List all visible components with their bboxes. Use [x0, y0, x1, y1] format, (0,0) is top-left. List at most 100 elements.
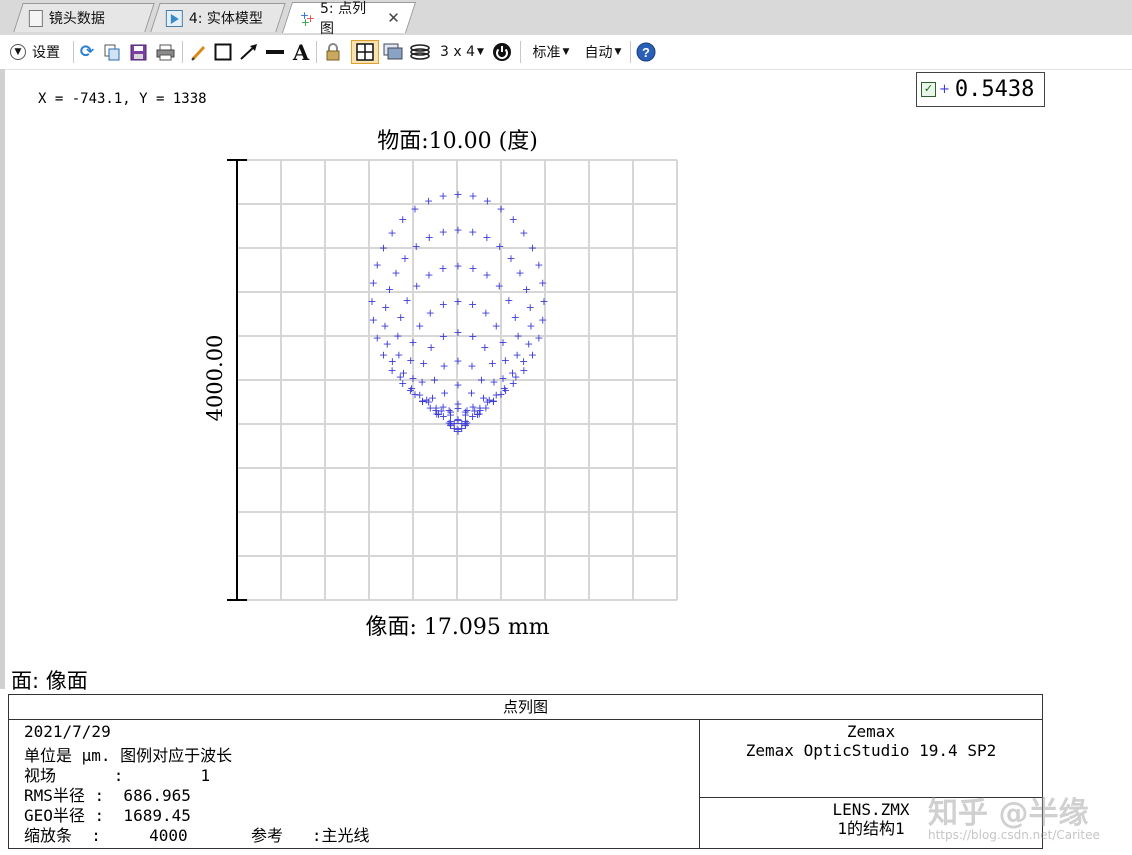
spot-point: + [381, 301, 390, 314]
spot-point: + [480, 341, 489, 354]
spot-point: + [424, 269, 433, 282]
save-icon[interactable] [128, 40, 148, 64]
spot-point: + [522, 283, 531, 296]
spot-point: + [379, 349, 388, 362]
spot-diagram-icon: + + + [299, 8, 316, 29]
close-icon[interactable]: ✕ [387, 9, 400, 27]
chevron-down-icon: ▼ [562, 47, 570, 57]
document-icon [28, 9, 43, 27]
spot-point: + [488, 357, 497, 370]
spot-point: + [534, 258, 543, 271]
cursor-coordinates: X = -743.1, Y = 1338 [38, 91, 207, 107]
spot-point: + [534, 332, 543, 345]
toolbar-divider [73, 41, 74, 63]
watermark: 知乎 @半缘 [928, 796, 1089, 831]
tab-label: 5: 点列图 [320, 1, 367, 37]
spot-point: + [498, 336, 507, 349]
legend-wavelength-value: 0.5438 [954, 77, 1035, 102]
spot-point: + [410, 202, 419, 215]
spot-point: + [498, 372, 507, 385]
refresh-icon[interactable]: ⟳ [77, 40, 97, 64]
spot-point: + [396, 311, 405, 324]
settings-button[interactable]: ▼ 设置 [10, 40, 72, 64]
spot-point: + [483, 194, 492, 207]
product-name: Zemax OpticStudio 19.4 SP2 [745, 741, 997, 760]
pencil-icon[interactable] [188, 40, 208, 64]
svg-text:?: ? [642, 45, 650, 60]
grid-toggle-icon[interactable] [351, 40, 379, 64]
tab-label: 4: 实体模型 [188, 11, 263, 27]
spot-point: + [453, 326, 462, 339]
spot-point: + [526, 319, 535, 332]
lock-icon[interactable] [322, 40, 344, 64]
spot-diagram-plot: + + +++++++++++++++++++++++++++++++++ ++ + ++… [227, 159, 678, 601]
auto-dropdown[interactable]: 自动 ▼ [580, 40, 626, 64]
spot-point: + [453, 295, 462, 308]
spot-point: + [515, 267, 524, 280]
spot-point: + [444, 404, 453, 417]
power-icon[interactable] [490, 40, 514, 64]
tab-spot-diagram[interactable]: + + + 5: 点列图 ✕ [281, 1, 417, 37]
spot-point: + [468, 190, 477, 203]
spot-point: + [538, 277, 547, 290]
toolbar-divider [316, 41, 317, 63]
spot-point: + [511, 311, 520, 324]
layers-icon[interactable] [408, 40, 432, 64]
spot-point: + [391, 267, 400, 280]
spot-point: + [495, 240, 504, 253]
info-title: 点列图 [9, 695, 1042, 720]
spot-point: + [453, 224, 462, 237]
toolbar: ▼ 设置 ⟳ A 3 x 4 ▼ 标准 ▼ 自动 ▼ ? [0, 35, 1132, 70]
spot-point: + [495, 280, 504, 293]
spot-point: + [425, 231, 434, 244]
spot-point: + [482, 231, 491, 244]
rectangle-tool-icon[interactable] [213, 40, 233, 64]
standard-dropdown[interactable]: 标准 ▼ [528, 40, 574, 64]
spot-point: + [519, 226, 528, 239]
spot-point: + [430, 373, 439, 386]
spot-point: + [482, 269, 491, 282]
toolbar-divider [182, 41, 183, 63]
arrow-tool-icon[interactable] [238, 40, 260, 64]
layout-dropdown[interactable]: 3 x 4 ▼ [438, 40, 486, 64]
spot-point: + [538, 314, 547, 327]
spot-point: + [513, 330, 522, 343]
help-icon[interactable]: ? [635, 40, 657, 64]
spot-point: + [427, 341, 436, 354]
print-icon[interactable] [154, 40, 176, 64]
toolbar-divider [630, 41, 631, 63]
tab-solid-model[interactable]: 4: 实体模型 [150, 3, 286, 32]
spot-point: + [440, 386, 449, 399]
text-tool-icon[interactable]: A [290, 40, 312, 65]
spot-point: + [496, 202, 505, 215]
spot-point: + [388, 226, 397, 239]
spot-point: + [400, 252, 409, 265]
spot-point: + [508, 366, 517, 379]
spot-point: + [393, 330, 402, 343]
product-brand: Zemax [846, 722, 896, 741]
window-layout-icon[interactable] [382, 40, 404, 64]
image-plane-label: 像面: 17.095 mm [365, 615, 550, 640]
spot-point: + [373, 258, 382, 271]
info-date: 2021/7/29 [24, 722, 111, 741]
spot-point: + [528, 349, 537, 362]
spot-point: + [439, 226, 448, 239]
auto-label: 自动 [584, 45, 613, 61]
spot-point: + [453, 355, 462, 368]
spot-point: + [424, 194, 433, 207]
spot-point: + [539, 295, 548, 308]
plus-marker-icon: + [939, 82, 950, 97]
chevron-down-icon: ▼ [10, 44, 26, 60]
spot-point: + [468, 226, 477, 239]
legend-checkbox[interactable]: ✓ [921, 82, 936, 97]
tab-lens-data[interactable]: 镜头数据 [13, 3, 155, 32]
spot-point: + [399, 366, 408, 379]
toolbar-divider [520, 41, 521, 63]
info-scale-bar: 缩放条 : 4000 [24, 826, 188, 845]
spot-point: + [379, 242, 388, 255]
line-tool-icon[interactable] [264, 40, 286, 64]
copy-icon[interactable] [102, 40, 122, 64]
legend: ✓ + 0.5438 [916, 72, 1045, 107]
chevron-down-icon: ▼ [477, 47, 484, 57]
left-border [0, 69, 5, 689]
